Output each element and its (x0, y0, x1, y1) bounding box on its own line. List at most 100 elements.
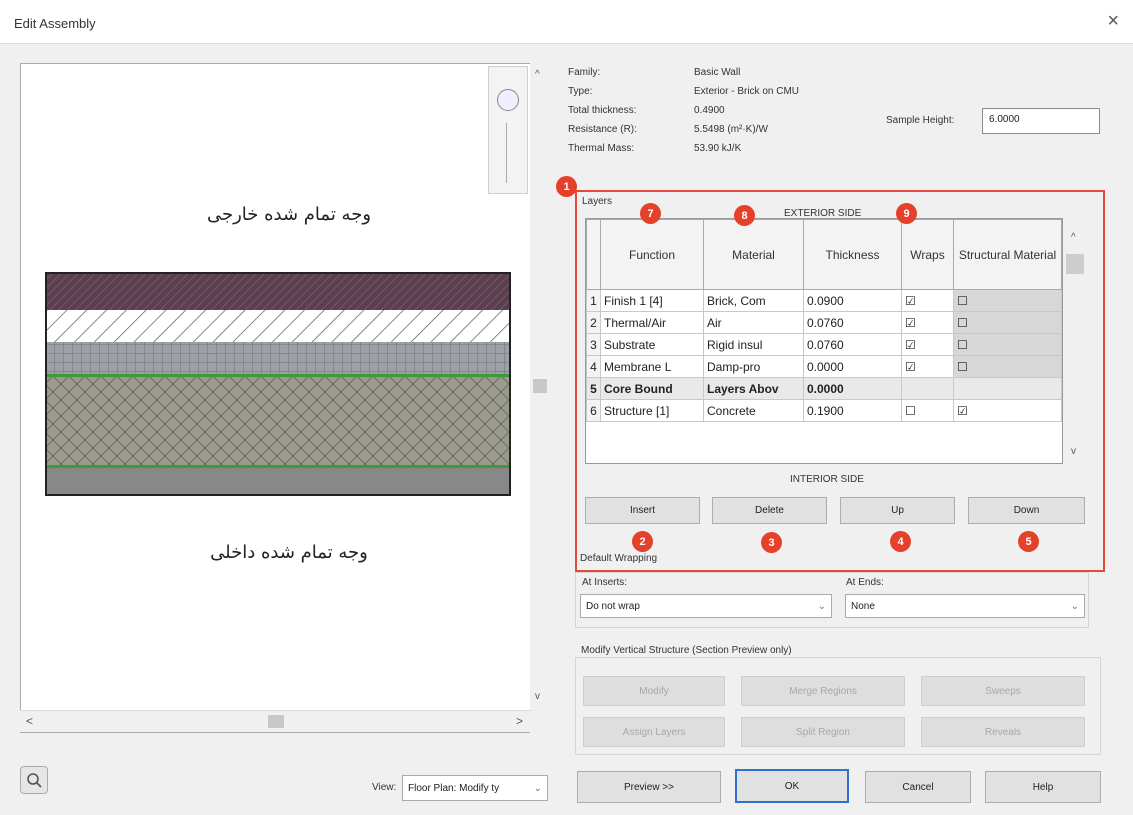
down-button[interactable]: Down (968, 497, 1085, 524)
at-inserts-select[interactable]: Do not wrap ⌄ (580, 594, 832, 618)
scroll-thumb[interactable] (533, 379, 547, 393)
scroll-right-icon[interactable]: > (516, 714, 523, 728)
scroll-left-icon[interactable]: < (26, 714, 33, 728)
insert-button[interactable]: Insert (585, 497, 700, 524)
column-header-function[interactable]: Function (600, 219, 704, 290)
row-number: 1 (586, 289, 601, 312)
wraps-checkbox[interactable]: ☑ (901, 289, 954, 312)
sample-height-input[interactable]: 6.0000 (982, 108, 1100, 134)
preview-horizontal-scrollbar[interactable]: < > (20, 710, 532, 732)
layers-scrollbar[interactable]: ^ v (1063, 218, 1087, 464)
view-select[interactable]: Floor Plan: Modify ty ⌄ (402, 775, 548, 801)
callout-badge: 1 (556, 176, 577, 197)
split-region-button: Split Region (741, 717, 905, 747)
thickness-cell[interactable]: 0.0760 (803, 333, 902, 356)
scroll-thumb[interactable] (268, 715, 284, 728)
family-value: Basic Wall (694, 67, 741, 78)
function-cell[interactable]: Substrate (600, 333, 704, 356)
row-number: 5 (586, 377, 601, 400)
chevron-down-icon: ⌄ (1070, 600, 1079, 612)
callout-badge: 4 (890, 531, 911, 552)
close-icon[interactable]: × (1107, 10, 1119, 33)
column-header-number (586, 219, 601, 290)
row-number: 3 (586, 333, 601, 356)
table-row[interactable]: 4 Membrane L Damp-pro 0.0000 ☑ ☐ (586, 355, 1062, 378)
view-label: View: (372, 782, 397, 793)
wraps-checkbox[interactable]: ☑ (901, 311, 954, 334)
wraps-checkbox[interactable]: ☑ (901, 333, 954, 356)
interior-side-label: INTERIOR SIDE (790, 474, 864, 485)
table-row[interactable]: 5 Core Bound Layers Abov 0.0000 (586, 377, 1062, 400)
layers-table[interactable]: Function Material Thickness Wraps Struct… (585, 218, 1063, 464)
title-bar: Edit Assembly × (0, 0, 1133, 44)
total-thickness-label: Total thickness: (568, 105, 637, 116)
column-header-structural-material[interactable]: Structural Material (953, 219, 1062, 290)
callout-badge: 2 (632, 531, 653, 552)
thickness-cell[interactable]: 0.0000 (803, 377, 902, 400)
ok-button[interactable]: OK (735, 769, 849, 803)
at-inserts-value: Do not wrap (586, 600, 640, 612)
structural-checkbox[interactable]: ☑ (953, 399, 1062, 422)
structural-checkbox[interactable]: ☐ (953, 311, 1062, 334)
scroll-up-icon[interactable]: ^ (1071, 232, 1076, 243)
material-cell[interactable]: Damp-pro (703, 355, 804, 378)
function-cell[interactable]: Core Bound (600, 377, 704, 400)
material-cell[interactable]: Air (703, 311, 804, 334)
resistance-value: 5.5498 (m²·K)/W (694, 124, 768, 135)
zoom-icon[interactable] (497, 89, 519, 111)
type-label: Type: (568, 86, 593, 97)
interior-face-label: وجه تمام شده داخلی (210, 542, 368, 563)
column-header-material[interactable]: Material (703, 219, 804, 290)
structural-checkbox[interactable]: ☐ (953, 289, 1062, 312)
up-button[interactable]: Up (840, 497, 955, 524)
row-number: 4 (586, 355, 601, 378)
modify-vertical-label: Modify Vertical Structure (Section Previ… (581, 645, 792, 656)
table-row[interactable]: 6 Structure [1] Concrete 0.1900 ☐ ☑ (586, 399, 1062, 422)
section-preview[interactable]: وجه تمام شده خارجی وجه تمام شده داخلی (20, 63, 532, 733)
material-cell[interactable]: Layers Abov (703, 377, 804, 400)
sweeps-button: Sweeps (921, 676, 1085, 706)
wraps-checkbox[interactable]: ☑ (901, 355, 954, 378)
function-cell[interactable]: Finish 1 [4] (600, 289, 704, 312)
assign-layers-button: Assign Layers (583, 717, 725, 747)
material-cell[interactable]: Brick, Com (703, 289, 804, 312)
column-header-wraps[interactable]: Wraps (901, 219, 954, 290)
structural-checkbox[interactable]: ☐ (953, 333, 1062, 356)
structural-checkbox[interactable]: ☐ (953, 355, 1062, 378)
column-header-thickness[interactable]: Thickness (803, 219, 902, 290)
callout-badge: 3 (761, 532, 782, 553)
preview-vertical-scrollbar[interactable]: ^ v (530, 63, 550, 733)
zoom-slider[interactable] (506, 123, 512, 183)
scroll-down-icon[interactable]: v (535, 691, 540, 702)
function-cell[interactable]: Thermal/Air (600, 311, 704, 334)
scroll-up-icon[interactable]: ^ (535, 69, 540, 80)
function-cell[interactable]: Membrane L (600, 355, 704, 378)
wraps-checkbox[interactable]: ☐ (901, 399, 954, 422)
delete-button[interactable]: Delete (712, 497, 827, 524)
help-icon-button[interactable] (20, 766, 48, 794)
chevron-down-icon: ⌄ (817, 600, 826, 612)
thermal-mass-value: 53.90 kJ/K (694, 143, 742, 154)
table-row[interactable]: 1 Finish 1 [4] Brick, Com 0.0900 ☑ ☐ (586, 289, 1062, 312)
scroll-down-icon[interactable]: v (1071, 446, 1076, 457)
chevron-down-icon: ⌄ (533, 782, 542, 794)
thickness-cell[interactable]: 0.1900 (803, 399, 902, 422)
thickness-cell[interactable]: 0.0000 (803, 355, 902, 378)
material-cell[interactable]: Rigid insul (703, 333, 804, 356)
material-cell[interactable]: Concrete (703, 399, 804, 422)
scroll-thumb[interactable] (1066, 254, 1084, 274)
thickness-cell[interactable]: 0.0760 (803, 311, 902, 334)
at-ends-label: At Ends: (846, 577, 884, 588)
view-value: Floor Plan: Modify ty (408, 782, 500, 794)
thickness-cell[interactable]: 0.0900 (803, 289, 902, 312)
at-ends-select[interactable]: None ⌄ (845, 594, 1085, 618)
row-number: 6 (586, 399, 601, 422)
cancel-button[interactable]: Cancel (865, 771, 971, 803)
table-row[interactable]: 2 Thermal/Air Air 0.0760 ☑ ☐ (586, 311, 1062, 334)
help-button[interactable]: Help (985, 771, 1101, 803)
preview-button[interactable]: Preview >> (577, 771, 721, 803)
function-cell[interactable]: Structure [1] (600, 399, 704, 422)
table-row[interactable]: 3 Substrate Rigid insul 0.0760 ☑ ☐ (586, 333, 1062, 356)
type-value: Exterior - Brick on CMU (694, 86, 800, 97)
callout-badge: 7 (640, 203, 661, 224)
